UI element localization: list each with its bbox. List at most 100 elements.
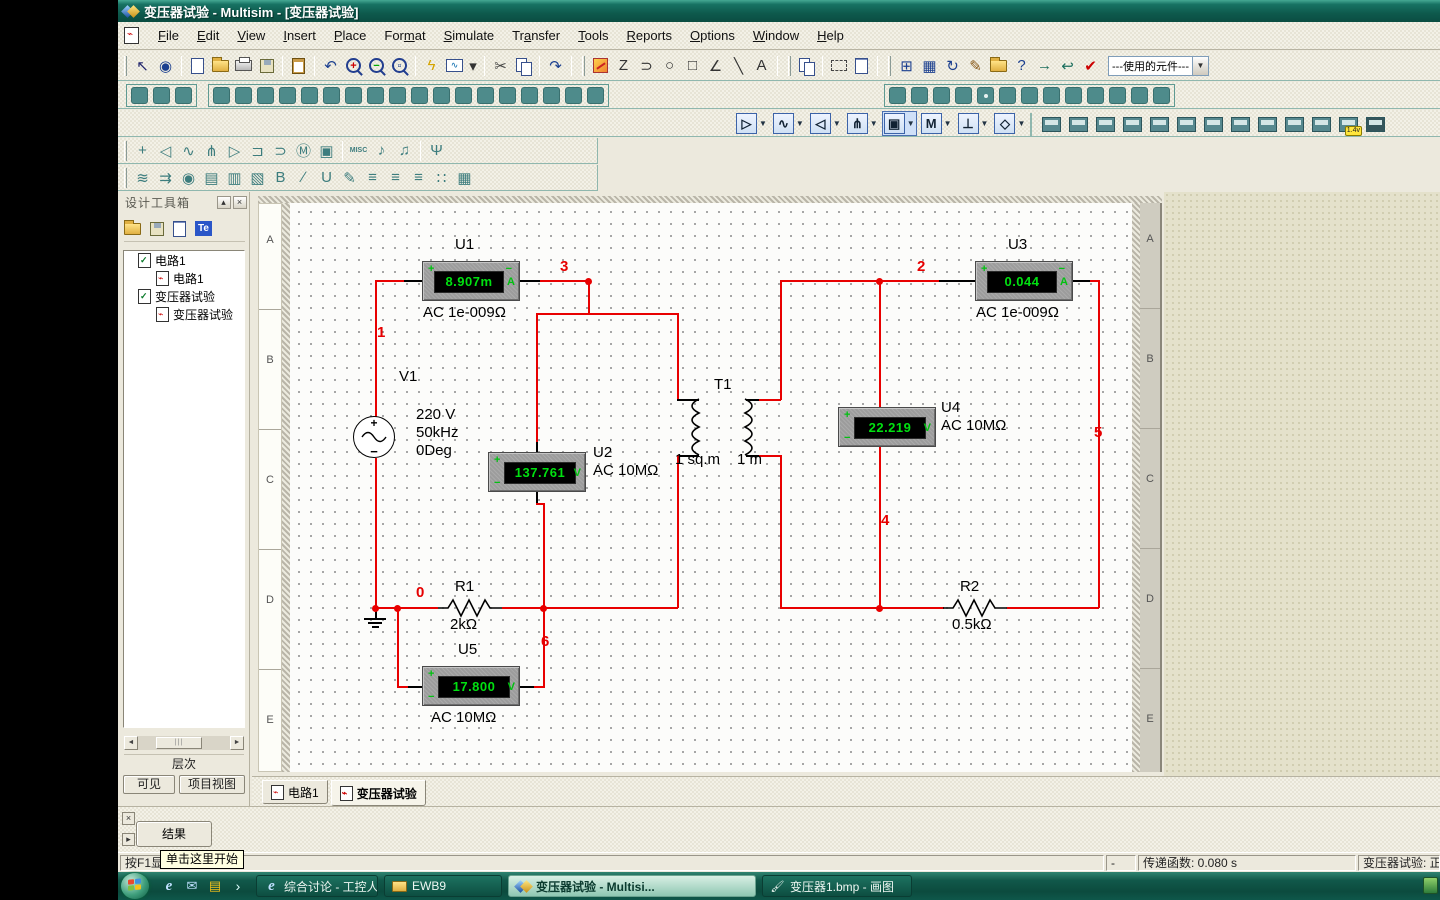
component-button[interactable]	[235, 87, 252, 104]
tree-item[interactable]: 变压器试验	[124, 305, 244, 323]
taskbar-partial-icon[interactable]	[1423, 877, 1438, 894]
image-tool-icon[interactable]: ▤	[200, 166, 223, 189]
pointer-tool-icon[interactable]: ↖	[131, 54, 154, 77]
power-family-button[interactable]: ⊥▼	[956, 111, 991, 136]
tree-item[interactable]: 电路1	[124, 269, 244, 287]
new-file-icon[interactable]	[186, 54, 209, 77]
cut-icon[interactable]: ✂	[489, 54, 512, 77]
new-doc-icon[interactable]	[173, 221, 186, 237]
underline-icon[interactable]: U	[315, 166, 338, 189]
toolbar-grip[interactable]	[124, 56, 127, 76]
virtual-source-icon[interactable]: +	[131, 139, 154, 162]
italic-icon[interactable]: ∕	[292, 166, 315, 189]
menu-item-place[interactable]: Place	[325, 25, 376, 46]
combobox-dropdown-button[interactable]: ▼	[1192, 57, 1208, 75]
place-polyline-icon[interactable]: ∠	[704, 54, 727, 77]
menu-item-transfer[interactable]: Transfer	[503, 25, 569, 46]
virtual-meter-icon[interactable]: Ⓜ	[292, 139, 315, 162]
logic-analyzer-icon[interactable]	[1256, 113, 1279, 136]
component-button[interactable]	[1065, 87, 1082, 104]
align-right-icon[interactable]: ≡	[407, 166, 430, 189]
component-button[interactable]	[213, 87, 230, 104]
toolbar-grip[interactable]	[888, 56, 891, 76]
place-arc-icon[interactable]: ⊃	[635, 54, 658, 77]
basic-family-button[interactable]: ∿▼	[771, 111, 806, 136]
component-button[interactable]	[323, 87, 340, 104]
component-button[interactable]	[1109, 87, 1126, 104]
panel-close-button[interactable]: ×	[233, 196, 247, 209]
component-button[interactable]	[1043, 87, 1060, 104]
hierarchy-view-icon[interactable]: ⊞	[895, 54, 918, 77]
virtual-rf-icon[interactable]: Ψ	[425, 139, 448, 162]
component-button[interactable]	[257, 87, 274, 104]
dashed-box-icon[interactable]	[827, 54, 850, 77]
component-button[interactable]	[455, 87, 472, 104]
component-button[interactable]	[889, 87, 906, 104]
zoom-100-icon[interactable]: ◉	[154, 54, 177, 77]
scroll-left-button[interactable]: ◄	[124, 736, 138, 750]
place-line-icon[interactable]: ╲	[727, 54, 750, 77]
copy-icon[interactable]	[512, 54, 535, 77]
menu-item-options[interactable]: Options	[681, 25, 744, 46]
component-button[interactable]	[411, 87, 428, 104]
align-left-icon[interactable]: ≡	[361, 166, 384, 189]
tab-visibility[interactable]: 可见	[123, 775, 175, 794]
analog-family-button[interactable]: ▣▼	[882, 111, 917, 136]
frequency-counter-icon[interactable]	[1202, 113, 1225, 136]
menu-item-reports[interactable]: Reports	[617, 25, 681, 46]
oscilloscope-icon[interactable]	[1121, 113, 1144, 136]
component-button[interactable]	[955, 87, 972, 104]
word-generator-icon[interactable]	[1229, 113, 1252, 136]
menu-item-help[interactable]: Help	[808, 25, 853, 46]
source-family-button[interactable]: ▷▼	[734, 111, 769, 136]
sheet-tab-电路1[interactable]: 电路1	[262, 780, 328, 804]
menu-item-tools[interactable]: Tools	[569, 25, 617, 46]
color-swatch-icon[interactable]: ◉	[177, 166, 200, 189]
task-button[interactable]: 🖌变压器1.bmp - 画图	[762, 875, 912, 897]
component-button[interactable]	[301, 87, 318, 104]
zoom-in-icon[interactable]: +	[342, 54, 365, 77]
bullet-list-icon[interactable]: ∷	[430, 166, 453, 189]
place-component-icon[interactable]	[589, 54, 612, 77]
toolbar-grip[interactable]	[124, 141, 127, 161]
component-button[interactable]	[1153, 87, 1170, 104]
tab-results[interactable]: 结果	[136, 821, 212, 847]
tree-item[interactable]: 电路1	[124, 251, 244, 269]
logic-converter-icon[interactable]	[1283, 113, 1306, 136]
ie-icon[interactable]: e	[161, 878, 177, 894]
schematic-sheet[interactable]	[290, 203, 1132, 772]
virtual-audio-icon[interactable]: ♪	[370, 139, 393, 162]
transistor-family-button[interactable]: ⋔▼	[845, 111, 880, 136]
results-expand-button[interactable]: ▸	[122, 833, 135, 846]
toolbar-grip[interactable]	[124, 168, 127, 188]
indicator-family-button[interactable]: ◇▼	[992, 111, 1027, 136]
tree-item[interactable]: 变压器试验	[124, 287, 244, 305]
task-button[interactable]: EWB9	[384, 875, 502, 897]
toolbar-grip[interactable]	[582, 56, 585, 76]
task-button[interactable]: e综合讨论 - 工控人家...	[256, 875, 378, 897]
virtual-resistor-icon[interactable]: ∿	[177, 139, 200, 162]
place-ellipse-icon[interactable]: ○	[658, 54, 681, 77]
export-data-icon[interactable]: →	[1033, 54, 1056, 77]
multi-page-icon[interactable]	[795, 54, 818, 77]
menu-item-format[interactable]: Format	[375, 25, 434, 46]
menu-item-simulate[interactable]: Simulate	[435, 25, 504, 46]
description-box-icon[interactable]	[850, 54, 873, 77]
component-button[interactable]	[153, 87, 170, 104]
component-button[interactable]	[1021, 87, 1038, 104]
component-button[interactable]	[279, 87, 296, 104]
place-rect-icon[interactable]: □	[681, 54, 704, 77]
bold-icon[interactable]: B	[269, 166, 292, 189]
scroll-thumb[interactable]: |||	[156, 737, 202, 749]
virtual-diode-icon[interactable]: ◁	[154, 139, 177, 162]
component-button[interactable]	[477, 87, 494, 104]
virtual-rated-icon[interactable]: ♫	[393, 139, 416, 162]
misc-family-button[interactable]: M▼	[919, 111, 954, 136]
place-text-icon[interactable]: A	[750, 54, 773, 77]
tab-hierarchy[interactable]: 层次	[124, 754, 244, 771]
virtual-analog-icon[interactable]: ▷	[223, 139, 246, 162]
menu-item-view[interactable]: View	[228, 25, 274, 46]
component-button[interactable]	[1131, 87, 1148, 104]
virtual-ttl-icon[interactable]: ⊐	[246, 139, 269, 162]
paste-icon[interactable]	[287, 54, 310, 77]
